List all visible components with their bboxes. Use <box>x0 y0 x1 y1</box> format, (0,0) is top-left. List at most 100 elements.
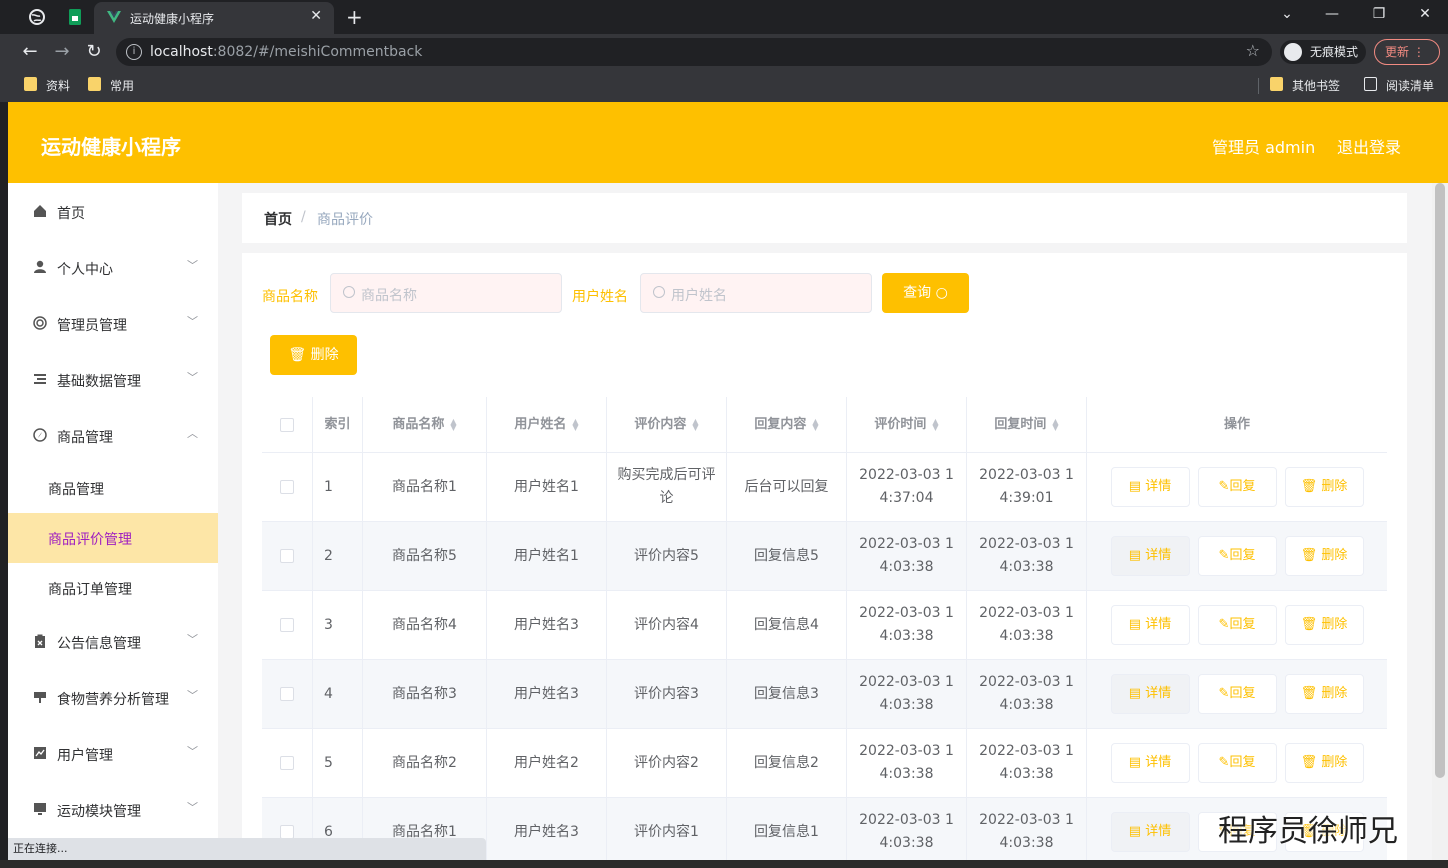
header-label: 回复时间 <box>994 417 1047 432</box>
sidebar-item-nutrition[interactable]: 食物营养分析管理 ﹀ <box>8 669 218 725</box>
scrollbar-thumb[interactable] <box>1435 183 1445 778</box>
sidebar-item-personal[interactable]: 个人中心 ﹀ <box>8 239 218 295</box>
header-reply[interactable]: 回复内容 ▲ ▼ <box>727 397 847 452</box>
bookmark-folder-ziliao[interactable]: 资料 <box>24 77 70 94</box>
sidebar-item-basedata[interactable]: 基础数据管理 ﹀ <box>8 351 218 407</box>
sidebar-subitem-goods-comments[interactable]: 商品评价管理 <box>8 513 218 563</box>
sort-caret-icon[interactable]: ▲ ▼ <box>932 417 938 431</box>
reply-button[interactable]: ✎回复 <box>1197 743 1277 783</box>
bookmark-folder-other[interactable]: 其他书签 <box>1270 77 1340 94</box>
table-header-row: 索引 商品名称 ▲ ▼ 用户姓名 ▲ ▼ 评价内容 ▲ ▼ 回复内容 ▲ ▼ 评价时间 ▲ ▼ 回复… <box>262 397 1387 453</box>
sidebar-item-label: 管理员管理 <box>57 318 127 334</box>
sort-caret-icon[interactable]: ▲ ▼ <box>450 417 456 431</box>
folder-icon <box>24 77 37 91</box>
cell-user-name: 用户姓名3 <box>487 798 607 866</box>
reply-label: 回复 <box>1229 548 1256 563</box>
detail-button[interactable]: ▤ 详情 <box>1110 743 1190 783</box>
detail-button[interactable]: ▤ 详情 <box>1110 674 1190 714</box>
sheets-icon[interactable] <box>66 8 84 26</box>
row-checkbox[interactable] <box>280 687 294 701</box>
row-checkbox[interactable] <box>280 480 294 494</box>
reading-list-icon <box>1364 77 1377 91</box>
sidebar-item-users[interactable]: 用户管理 ﹀ <box>8 725 218 781</box>
detail-button[interactable]: ▤ 详情 <box>1110 812 1190 852</box>
delete-button[interactable]: 🗑 删除 <box>1284 674 1364 714</box>
minimize-icon[interactable]: — <box>1320 6 1344 22</box>
reload-icon[interactable]: ↻ <box>83 41 105 62</box>
cell-comment-time: 2022-03-03 14:03:38 <box>847 522 967 590</box>
sort-caret-icon[interactable]: ▲ ▼ <box>1052 417 1058 431</box>
info-icon[interactable]: i <box>126 44 142 60</box>
detail-button[interactable]: ▤ 详情 <box>1110 536 1190 576</box>
delete-button[interactable]: 🗑 删除 <box>1284 467 1364 507</box>
folder-icon <box>88 77 101 91</box>
sidebar-item-notices[interactable]: 公告信息管理 ﹀ <box>8 613 218 669</box>
detail-button[interactable]: ▤ 详情 <box>1110 605 1190 645</box>
cell-comment: 评价内容5 <box>607 522 727 590</box>
close-window-icon[interactable]: ✕ <box>1413 6 1437 22</box>
sidebar-item-goods[interactable]: 商品管理 ︿ <box>8 407 218 463</box>
detail-label: 详情 <box>1145 617 1172 632</box>
row-checkbox[interactable] <box>280 756 294 770</box>
logout-link[interactable]: 退出登录 <box>1337 134 1401 158</box>
cell-reply-time: 2022-03-03 14:03:38 <box>967 660 1087 728</box>
page-scrollbar[interactable] <box>1432 183 1448 868</box>
sidebar-item-sports[interactable]: 运动模块管理 ﹀ <box>8 781 218 837</box>
sidebar-subitem-goods[interactable]: 商品管理 <box>8 463 218 513</box>
update-button[interactable]: 更新 ⋮ <box>1374 39 1440 65</box>
sort-caret-icon[interactable]: ▲ ▼ <box>692 417 698 431</box>
cell-user-name: 用户姓名3 <box>487 591 607 659</box>
cell-reply-time: 2022-03-03 14:03:38 <box>967 591 1087 659</box>
delete-button[interactable]: 🗑 删除 <box>1284 536 1364 576</box>
header-user-name[interactable]: 用户姓名 ▲ ▼ <box>487 397 607 452</box>
batch-delete-button[interactable]: 🗑 删除 <box>270 335 357 375</box>
compass-icon <box>33 428 47 442</box>
delete-button[interactable]: 🗑 删除 <box>1284 743 1364 783</box>
sort-caret-icon[interactable]: ▲ ▼ <box>812 417 818 431</box>
header-goods-name[interactable]: 商品名称 ▲ ▼ <box>363 397 487 452</box>
globe-icon[interactable] <box>28 8 46 26</box>
cell-actions: ▤ 详情 ✎回复 🗑 删除 <box>1087 729 1387 797</box>
restore-icon[interactable]: ❐ <box>1367 6 1391 22</box>
reply-button[interactable]: ✎回复 <box>1197 467 1277 507</box>
delete-button[interactable]: 🗑 删除 <box>1284 605 1364 645</box>
edit-icon: ✎ <box>1218 479 1230 494</box>
tab-search-chevron-icon[interactable]: ⌄ <box>1275 6 1299 22</box>
user-name-search-input[interactable]: 用户姓名 <box>640 273 872 313</box>
sidebar-item-home[interactable]: 首页 <box>8 183 218 239</box>
row-checkbox[interactable] <box>280 618 294 632</box>
reply-button[interactable]: ✎回复 <box>1197 674 1277 714</box>
bookmark-star-icon[interactable]: ☆ <box>1246 41 1260 60</box>
reading-list[interactable]: 阅读清单 <box>1364 77 1434 94</box>
breadcrumb-home[interactable]: 首页 <box>264 209 292 229</box>
url-text: localhost:8082/#/meishiCommentback <box>150 44 423 60</box>
reply-button[interactable]: ✎回复 <box>1197 536 1277 576</box>
header-comment[interactable]: 评价内容 ▲ ▼ <box>607 397 727 452</box>
sidebar-subitem-goods-orders[interactable]: 商品订单管理 <box>8 563 218 613</box>
goods-name-search-input[interactable]: 商品名称 <box>330 273 562 313</box>
select-all-checkbox[interactable] <box>280 417 294 432</box>
url-input[interactable]: i localhost:8082/#/meishiCommentback ☆ <box>116 38 1272 66</box>
forward-icon[interactable]: → <box>51 41 73 62</box>
tab-close-icon[interactable]: ✕ <box>310 8 322 24</box>
active-tab[interactable]: 运动健康小程序 ✕ <box>94 2 334 34</box>
incognito-badge[interactable]: 无痕模式 <box>1280 40 1367 64</box>
sidebar-item-label: 基础数据管理 <box>57 374 141 390</box>
query-button[interactable]: 查询 ○ <box>882 273 969 313</box>
cell-comment: 评价内容2 <box>607 729 727 797</box>
detail-button[interactable]: ▤ 详情 <box>1110 467 1190 507</box>
sidebar-item-admins[interactable]: 管理员管理 ﹀ <box>8 295 218 351</box>
sort-caret-icon[interactable]: ▲ ▼ <box>572 417 578 431</box>
header-reply-time[interactable]: 回复时间 ▲ ▼ <box>967 397 1087 452</box>
row-checkbox[interactable] <box>280 825 294 839</box>
header-comment-time[interactable]: 评价时间 ▲ ▼ <box>847 397 967 452</box>
row-checkbox[interactable] <box>280 549 294 563</box>
cell-goods-name: 商品名称4 <box>363 591 487 659</box>
header-label: 评价时间 <box>874 417 927 432</box>
back-icon[interactable]: ← <box>19 41 41 62</box>
table-row: 1 商品名称1 用户姓名1 购买完成后可评论 后台可以回复 2022-03-03… <box>262 453 1387 522</box>
reply-button[interactable]: ✎回复 <box>1197 605 1277 645</box>
new-tab-icon[interactable]: + <box>346 5 363 29</box>
bookmark-folder-changyong[interactable]: 常用 <box>88 77 134 94</box>
breadcrumb-separator: / <box>301 209 306 225</box>
